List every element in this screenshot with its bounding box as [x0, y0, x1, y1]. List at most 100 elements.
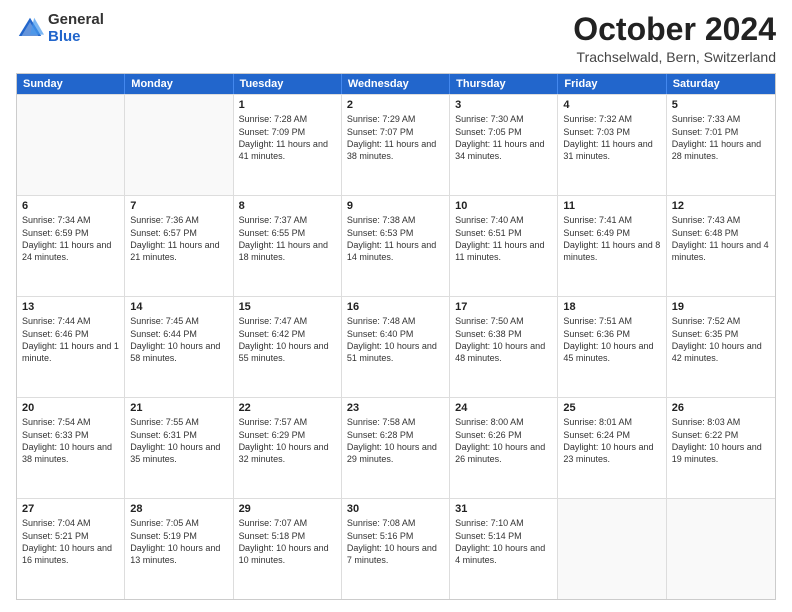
cal-cell: 26Sunrise: 8:03 AM Sunset: 6:22 PM Dayli…: [667, 398, 775, 498]
cell-info: Sunrise: 7:43 AM Sunset: 6:48 PM Dayligh…: [672, 214, 770, 263]
day-number: 14: [130, 300, 227, 314]
day-number: 26: [672, 401, 770, 415]
day-number: 21: [130, 401, 227, 415]
day-number: 24: [455, 401, 552, 415]
cell-info: Sunrise: 7:34 AM Sunset: 6:59 PM Dayligh…: [22, 214, 119, 263]
cal-header-thursday: Thursday: [450, 74, 558, 94]
cell-info: Sunrise: 7:54 AM Sunset: 6:33 PM Dayligh…: [22, 416, 119, 465]
day-number: 13: [22, 300, 119, 314]
day-number: 8: [239, 199, 336, 213]
cal-cell: 31Sunrise: 7:10 AM Sunset: 5:14 PM Dayli…: [450, 499, 558, 599]
day-number: 27: [22, 502, 119, 516]
cell-info: Sunrise: 7:10 AM Sunset: 5:14 PM Dayligh…: [455, 517, 552, 566]
cal-cell: 9Sunrise: 7:38 AM Sunset: 6:53 PM Daylig…: [342, 196, 450, 296]
cell-info: Sunrise: 7:33 AM Sunset: 7:01 PM Dayligh…: [672, 113, 770, 162]
cal-cell: [17, 95, 125, 195]
cell-info: Sunrise: 8:00 AM Sunset: 6:26 PM Dayligh…: [455, 416, 552, 465]
day-number: 25: [563, 401, 660, 415]
logo-text: General Blue: [48, 12, 104, 45]
cal-cell: 11Sunrise: 7:41 AM Sunset: 6:49 PM Dayli…: [558, 196, 666, 296]
cell-info: Sunrise: 7:41 AM Sunset: 6:49 PM Dayligh…: [563, 214, 660, 263]
cal-cell: [558, 499, 666, 599]
day-number: 12: [672, 199, 770, 213]
cell-info: Sunrise: 7:04 AM Sunset: 5:21 PM Dayligh…: [22, 517, 119, 566]
cal-cell: 2Sunrise: 7:29 AM Sunset: 7:07 PM Daylig…: [342, 95, 450, 195]
day-number: 7: [130, 199, 227, 213]
cell-info: Sunrise: 7:28 AM Sunset: 7:09 PM Dayligh…: [239, 113, 336, 162]
cal-cell: 19Sunrise: 7:52 AM Sunset: 6:35 PM Dayli…: [667, 297, 775, 397]
cal-header-saturday: Saturday: [667, 74, 775, 94]
header: General Blue October 2024 Trachselwald, …: [16, 12, 776, 65]
day-number: 17: [455, 300, 552, 314]
cell-info: Sunrise: 7:05 AM Sunset: 5:19 PM Dayligh…: [130, 517, 227, 566]
cal-cell: 5Sunrise: 7:33 AM Sunset: 7:01 PM Daylig…: [667, 95, 775, 195]
cell-info: Sunrise: 7:48 AM Sunset: 6:40 PM Dayligh…: [347, 315, 444, 364]
cell-info: Sunrise: 7:29 AM Sunset: 7:07 PM Dayligh…: [347, 113, 444, 162]
day-number: 15: [239, 300, 336, 314]
cal-header-sunday: Sunday: [17, 74, 125, 94]
cal-cell: 22Sunrise: 7:57 AM Sunset: 6:29 PM Dayli…: [234, 398, 342, 498]
logo-blue-label: Blue: [48, 29, 104, 46]
cell-info: Sunrise: 7:51 AM Sunset: 6:36 PM Dayligh…: [563, 315, 660, 364]
calendar-header-row: SundayMondayTuesdayWednesdayThursdayFrid…: [17, 74, 775, 94]
day-number: 18: [563, 300, 660, 314]
logo-general-label: General: [48, 12, 104, 29]
day-number: 28: [130, 502, 227, 516]
day-number: 1: [239, 98, 336, 112]
title-block: October 2024 Trachselwald, Bern, Switzer…: [573, 12, 776, 65]
cell-info: Sunrise: 7:40 AM Sunset: 6:51 PM Dayligh…: [455, 214, 552, 263]
cell-info: Sunrise: 7:52 AM Sunset: 6:35 PM Dayligh…: [672, 315, 770, 364]
day-number: 19: [672, 300, 770, 314]
cell-info: Sunrise: 7:30 AM Sunset: 7:05 PM Dayligh…: [455, 113, 552, 162]
cell-info: Sunrise: 7:32 AM Sunset: 7:03 PM Dayligh…: [563, 113, 660, 162]
cal-header-monday: Monday: [125, 74, 233, 94]
cal-cell: [667, 499, 775, 599]
cell-info: Sunrise: 7:38 AM Sunset: 6:53 PM Dayligh…: [347, 214, 444, 263]
calendar: SundayMondayTuesdayWednesdayThursdayFrid…: [16, 73, 776, 600]
cell-info: Sunrise: 8:03 AM Sunset: 6:22 PM Dayligh…: [672, 416, 770, 465]
cal-cell: 12Sunrise: 7:43 AM Sunset: 6:48 PM Dayli…: [667, 196, 775, 296]
cell-info: Sunrise: 7:36 AM Sunset: 6:57 PM Dayligh…: [130, 214, 227, 263]
cal-cell: 20Sunrise: 7:54 AM Sunset: 6:33 PM Dayli…: [17, 398, 125, 498]
day-number: 22: [239, 401, 336, 415]
cell-info: Sunrise: 7:45 AM Sunset: 6:44 PM Dayligh…: [130, 315, 227, 364]
cal-week-4: 20Sunrise: 7:54 AM Sunset: 6:33 PM Dayli…: [17, 397, 775, 498]
day-number: 31: [455, 502, 552, 516]
day-number: 11: [563, 199, 660, 213]
day-number: 20: [22, 401, 119, 415]
cal-week-1: 1Sunrise: 7:28 AM Sunset: 7:09 PM Daylig…: [17, 94, 775, 195]
cal-cell: 15Sunrise: 7:47 AM Sunset: 6:42 PM Dayli…: [234, 297, 342, 397]
cal-cell: 7Sunrise: 7:36 AM Sunset: 6:57 PM Daylig…: [125, 196, 233, 296]
cell-info: Sunrise: 7:37 AM Sunset: 6:55 PM Dayligh…: [239, 214, 336, 263]
cal-cell: 23Sunrise: 7:58 AM Sunset: 6:28 PM Dayli…: [342, 398, 450, 498]
cal-cell: 14Sunrise: 7:45 AM Sunset: 6:44 PM Dayli…: [125, 297, 233, 397]
day-number: 30: [347, 502, 444, 516]
cal-cell: 4Sunrise: 7:32 AM Sunset: 7:03 PM Daylig…: [558, 95, 666, 195]
cell-info: Sunrise: 7:50 AM Sunset: 6:38 PM Dayligh…: [455, 315, 552, 364]
cal-cell: 17Sunrise: 7:50 AM Sunset: 6:38 PM Dayli…: [450, 297, 558, 397]
cell-info: Sunrise: 8:01 AM Sunset: 6:24 PM Dayligh…: [563, 416, 660, 465]
cal-cell: 24Sunrise: 8:00 AM Sunset: 6:26 PM Dayli…: [450, 398, 558, 498]
day-number: 16: [347, 300, 444, 314]
subtitle: Trachselwald, Bern, Switzerland: [573, 49, 776, 65]
cal-cell: 27Sunrise: 7:04 AM Sunset: 5:21 PM Dayli…: [17, 499, 125, 599]
cell-info: Sunrise: 7:44 AM Sunset: 6:46 PM Dayligh…: [22, 315, 119, 364]
logo: General Blue: [16, 12, 104, 45]
cal-week-2: 6Sunrise: 7:34 AM Sunset: 6:59 PM Daylig…: [17, 195, 775, 296]
day-number: 4: [563, 98, 660, 112]
cal-cell: 8Sunrise: 7:37 AM Sunset: 6:55 PM Daylig…: [234, 196, 342, 296]
cal-header-tuesday: Tuesday: [234, 74, 342, 94]
calendar-body: 1Sunrise: 7:28 AM Sunset: 7:09 PM Daylig…: [17, 94, 775, 599]
cal-cell: 3Sunrise: 7:30 AM Sunset: 7:05 PM Daylig…: [450, 95, 558, 195]
cal-cell: 21Sunrise: 7:55 AM Sunset: 6:31 PM Dayli…: [125, 398, 233, 498]
day-number: 2: [347, 98, 444, 112]
day-number: 6: [22, 199, 119, 213]
cal-cell: [125, 95, 233, 195]
cal-cell: 28Sunrise: 7:05 AM Sunset: 5:19 PM Dayli…: [125, 499, 233, 599]
cal-cell: 13Sunrise: 7:44 AM Sunset: 6:46 PM Dayli…: [17, 297, 125, 397]
day-number: 5: [672, 98, 770, 112]
cal-cell: 29Sunrise: 7:07 AM Sunset: 5:18 PM Dayli…: [234, 499, 342, 599]
day-number: 23: [347, 401, 444, 415]
cal-cell: 18Sunrise: 7:51 AM Sunset: 6:36 PM Dayli…: [558, 297, 666, 397]
logo-icon: [16, 15, 44, 43]
